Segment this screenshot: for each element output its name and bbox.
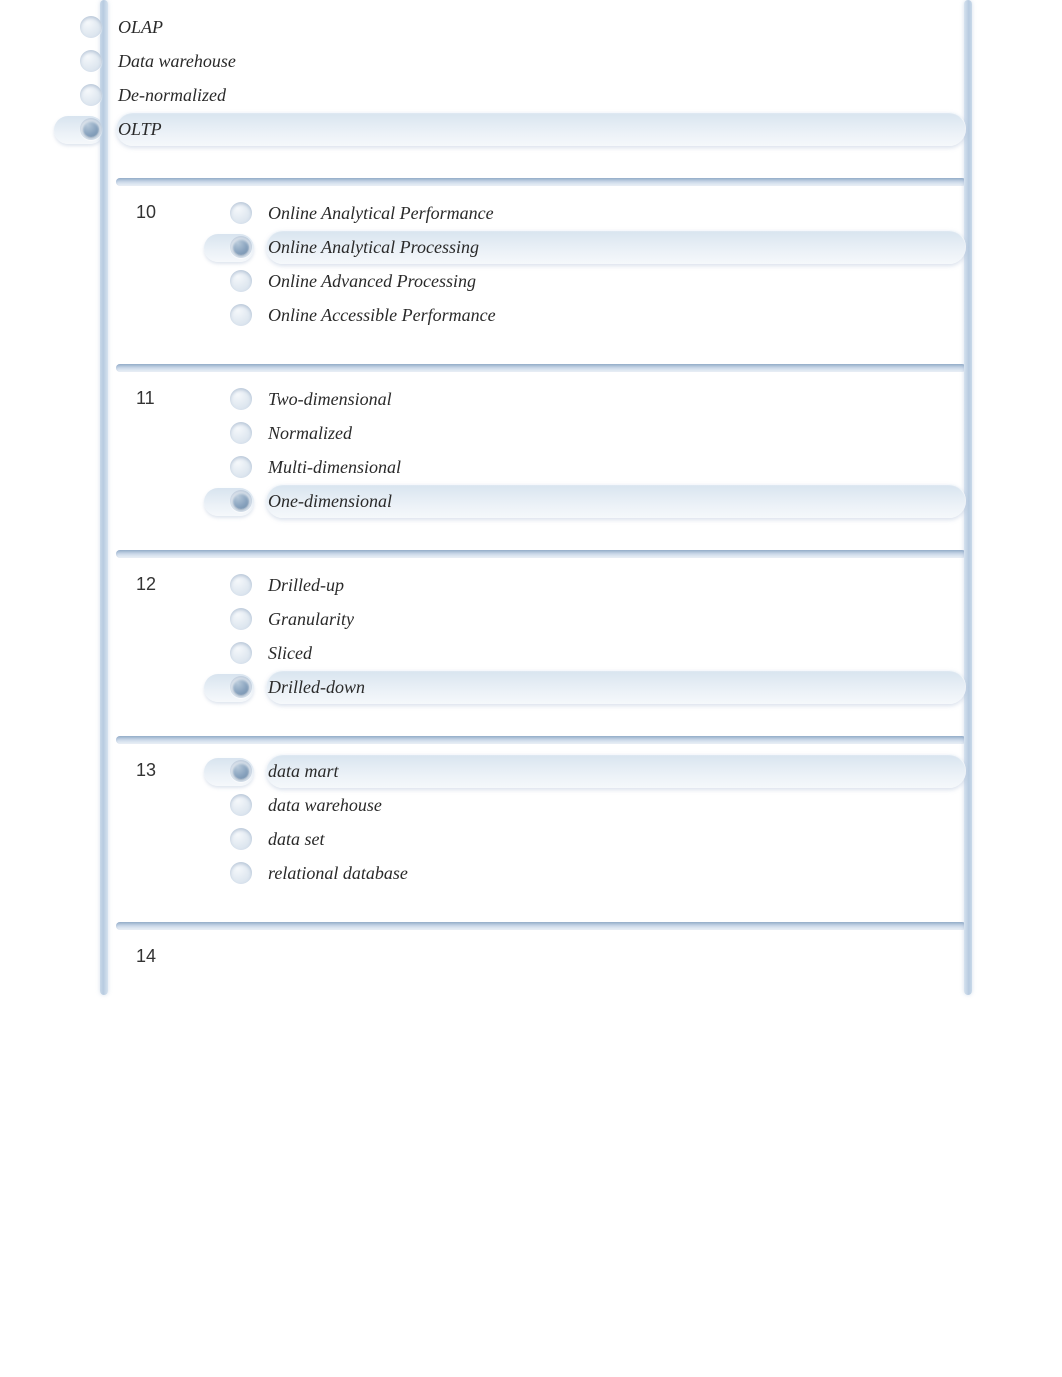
question-block: 13data martdata warehousedata setrelatio… — [116, 736, 966, 918]
answer-option[interactable]: OLTP — [116, 112, 966, 146]
answer-label: One-dimensional — [266, 491, 954, 512]
section-divider — [116, 178, 966, 186]
options-list — [266, 936, 966, 940]
radio-icon[interactable] — [228, 572, 254, 598]
answer-option[interactable]: Granularity — [266, 602, 966, 636]
radio-icon[interactable] — [78, 48, 104, 74]
radio-icon[interactable] — [78, 82, 104, 108]
answer-option[interactable]: Multi-dimensional — [266, 450, 966, 484]
question-block: 14 — [116, 922, 966, 995]
radio-icon[interactable] — [78, 14, 104, 40]
section-divider — [116, 550, 966, 558]
radio-icon[interactable] — [228, 826, 254, 852]
options-list: Online Analytical Performance Online Anal… — [266, 192, 966, 332]
answer-label: Data warehouse — [116, 51, 954, 72]
answer-option[interactable]: Online Advanced Processing — [266, 264, 966, 298]
radio-icon[interactable] — [228, 640, 254, 666]
radio-icon[interactable] — [228, 792, 254, 818]
answer-option[interactable]: Normalized — [266, 416, 966, 450]
radio-icon[interactable] — [228, 234, 254, 260]
answer-option[interactable]: relational database — [266, 856, 966, 890]
answer-label: Online Advanced Processing — [266, 271, 954, 292]
answer-option[interactable]: Two-dimensional — [266, 382, 966, 416]
answer-option[interactable]: One-dimensional — [266, 484, 966, 518]
section-divider — [116, 736, 966, 744]
answer-label: Sliced — [266, 643, 954, 664]
answer-label: Two-dimensional — [266, 389, 954, 410]
options-list: OLAP Data warehouse De-normalized OLTP — [116, 10, 966, 146]
answer-label: Drilled-down — [266, 677, 954, 698]
radio-icon[interactable] — [228, 268, 254, 294]
answer-label: data warehouse — [266, 795, 954, 816]
answer-label: Online Accessible Performance — [266, 305, 954, 326]
answer-option[interactable]: data set — [266, 822, 966, 856]
radio-icon[interactable] — [228, 386, 254, 412]
question-block: 10Online Analytical PerformanceOnline An… — [116, 178, 966, 360]
section-divider — [116, 364, 966, 372]
answer-option[interactable]: data mart — [266, 754, 966, 788]
answer-option[interactable]: Drilled-up — [266, 568, 966, 602]
answer-option[interactable]: Data warehouse — [116, 44, 966, 78]
radio-icon[interactable] — [228, 200, 254, 226]
question-block: OLAP Data warehouse De-normalized OLTP — [116, 0, 966, 174]
options-list: Drilled-up Granularity Sliced Drilled-down — [266, 564, 966, 704]
answer-label: Online Analytical Processing — [266, 237, 954, 258]
answer-label: Drilled-up — [266, 575, 954, 596]
answer-option[interactable]: De-normalized — [116, 78, 966, 112]
answer-label: relational database — [266, 863, 954, 884]
answer-label: data mart — [266, 761, 954, 782]
answer-option[interactable]: OLAP — [116, 10, 966, 44]
section-divider — [116, 922, 966, 930]
answer-label: Normalized — [266, 423, 954, 444]
radio-icon[interactable] — [228, 454, 254, 480]
answer-option[interactable]: Online Analytical Performance — [266, 196, 966, 230]
answer-label: OLAP — [116, 17, 954, 38]
question-block: 11Two-dimensionalNormalizedMulti-dimensi… — [116, 364, 966, 546]
answer-label: Granularity — [266, 609, 954, 630]
answer-label: OLTP — [116, 119, 954, 140]
options-list: data mart data warehouse data set relationa… — [266, 750, 966, 890]
answer-option[interactable]: Online Analytical Processing — [266, 230, 966, 264]
radio-icon[interactable] — [228, 860, 254, 886]
answer-label: De-normalized — [116, 85, 954, 106]
answer-label: data set — [266, 829, 954, 850]
radio-icon[interactable] — [228, 674, 254, 700]
options-list: Two-dimensional Normalized Multi-dimension… — [266, 378, 966, 518]
answer-option[interactable]: Sliced — [266, 636, 966, 670]
radio-icon[interactable] — [228, 302, 254, 328]
answer-option[interactable]: Drilled-down — [266, 670, 966, 704]
answer-option[interactable]: Online Accessible Performance — [266, 298, 966, 332]
radio-icon[interactable] — [78, 116, 104, 142]
answer-label: Multi-dimensional — [266, 457, 954, 478]
radio-icon[interactable] — [228, 606, 254, 632]
left-border-rail — [100, 0, 108, 995]
answer-option[interactable]: data warehouse — [266, 788, 966, 822]
question-number: 14 — [116, 936, 266, 967]
radio-icon[interactable] — [228, 758, 254, 784]
radio-icon[interactable] — [228, 488, 254, 514]
question-block: 12Drilled-upGranularitySlicedDrilled-dow… — [116, 550, 966, 732]
radio-icon[interactable] — [228, 420, 254, 446]
answer-label: Online Analytical Performance — [266, 203, 954, 224]
